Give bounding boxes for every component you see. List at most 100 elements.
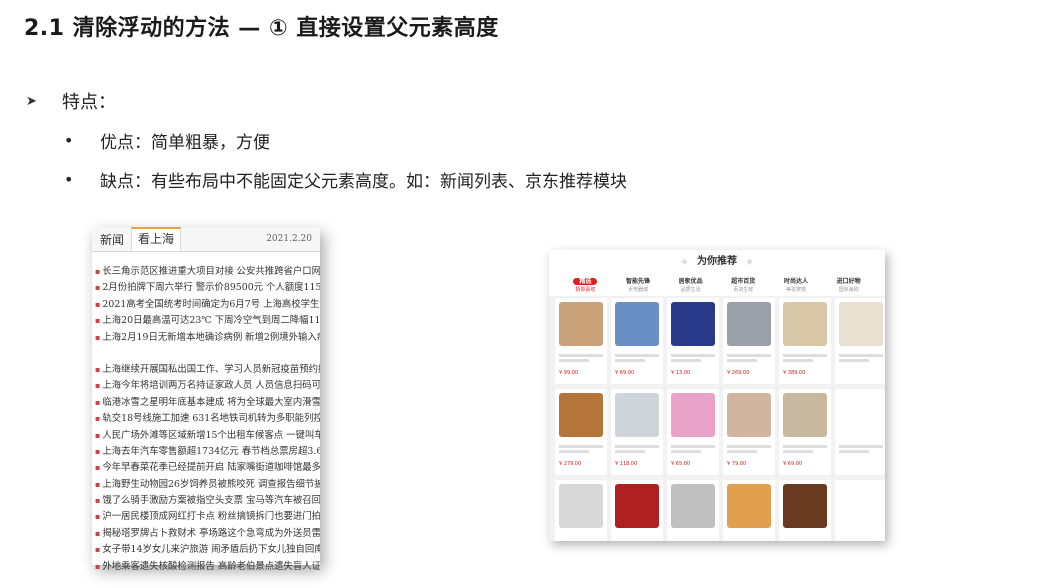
news-list-item[interactable]: ▪ 外地乘客遗失核酸检测报告 高龄老伯景点遗失盲人证 xyxy=(92,559,320,575)
bullet-dot-icon: • xyxy=(64,131,74,150)
product-card[interactable]: ¥ 389.00 xyxy=(779,298,831,384)
product-image xyxy=(783,484,827,528)
news-list-item[interactable]: ▪ 2021高考全国统考时间确定为6月7号 上海高校学生返校 xyxy=(92,297,320,313)
product-card[interactable]: ¥ 79.00 xyxy=(723,389,775,475)
product-card[interactable]: ¥ 118.00 xyxy=(611,389,663,475)
product-grid: ¥ 99.00 ¥ 69.00 ¥ 13.00 ¥ 269.00 ¥ 389.00 ¥ 2… xyxy=(555,298,885,541)
product-price: ¥ 99.00 xyxy=(559,370,579,376)
bullet-icon: ▪ xyxy=(95,332,101,342)
bullet-icon: ▪ xyxy=(95,430,101,440)
product-desc-placeholder xyxy=(839,445,883,455)
bullet-icon: ▪ xyxy=(95,397,101,407)
recommend-tab-label: 时尚达人 xyxy=(783,278,808,285)
news-list-item[interactable]: ▪ 2月份拍牌下周六举行 警示价89500元 个人额度11500辆 xyxy=(92,280,320,296)
arrow-bullet-icon: ➤ xyxy=(26,93,37,109)
product-card[interactable] xyxy=(835,389,885,475)
product-image xyxy=(727,393,771,437)
recommend-tab[interactable]: 精选 猜你喜欢 xyxy=(573,274,598,296)
news-headline: 人民广场外滩等区域新增15个出租车候客点 一键叫车 xyxy=(102,429,320,441)
product-price: ¥ 69.00 xyxy=(615,370,635,376)
recommend-header: ◆ 为你推荐 ◆ xyxy=(549,250,885,274)
bullet-icon: ▪ xyxy=(95,561,101,571)
bullet-icon: ▪ xyxy=(95,283,101,293)
news-list-item[interactable]: ▪ 饿了么骑手激励方案被指空头支票 宝马等汽车被召回 xyxy=(92,493,320,509)
product-card[interactable]: ¥ 269.00 xyxy=(723,298,775,384)
product-card[interactable] xyxy=(835,298,885,384)
product-card[interactable]: 到货提醒 xyxy=(555,480,607,541)
recommend-tab[interactable]: 智能先锋 大电器城 xyxy=(626,274,650,296)
news-list-item[interactable]: ▪ 长三角示范区推进重大项目对接 公安共推跨省户口网迁 xyxy=(92,264,320,280)
recommend-tab-label: 超市百货 xyxy=(731,278,756,285)
pros-line: • 优点：简单粗暴，方便 xyxy=(64,128,270,153)
bullet-icon: ▪ xyxy=(95,299,101,309)
recommend-tab[interactable]: 进口好物 国际海购 xyxy=(837,274,861,296)
news-list-item[interactable]: ▪ 沪一居民楼顶成网红打卡点 粉丝搞镜拆门也要进门拍照 xyxy=(92,509,320,525)
recommend-tab[interactable]: 超市百货 百货生鲜 xyxy=(731,274,755,296)
feature-heading: ➤ 特点： xyxy=(26,88,116,114)
product-price: ¥ 269.00 xyxy=(727,370,750,376)
news-list-item[interactable]: ▪ 今年早春菜花季已经提前开启 陆家嘴街道咖啡馆最多 xyxy=(92,460,320,476)
product-image xyxy=(671,302,715,346)
product-desc-placeholder xyxy=(727,445,771,455)
product-price: ¥ 13.00 xyxy=(671,370,691,376)
product-price: ¥ 65.00 xyxy=(671,461,691,467)
deco-icon: ◆ xyxy=(681,257,688,266)
feature-label: 特点： xyxy=(62,92,116,113)
recommend-tab[interactable]: 居家优品 品质生活 xyxy=(679,274,703,296)
pros-text: 优点：简单粗暴，方便 xyxy=(100,133,270,153)
feature-section: ➤ 特点： xyxy=(26,88,116,114)
news-list-item[interactable]: ▪ 临港冰雪之星明年底基本建成 将为全球最大室内滑雪场 xyxy=(92,395,320,411)
product-card[interactable] xyxy=(723,480,775,541)
bullet-icon: ▪ xyxy=(95,496,101,506)
product-card[interactable]: ¥ 99.00 xyxy=(555,298,607,384)
product-image xyxy=(727,302,771,346)
recommend-title: 为你推荐 xyxy=(697,256,737,267)
news-list-item[interactable]: ▪ 人民广场外滩等区域新增15个出租车候客点 一键叫车 xyxy=(92,428,320,444)
product-card[interactable] xyxy=(611,480,663,541)
product-image xyxy=(839,484,883,528)
product-image xyxy=(783,393,827,437)
product-desc-placeholder xyxy=(671,354,715,364)
news-headline: 外地乘客遗失核酸检测报告 高龄老伯景点遗失盲人证 xyxy=(102,560,320,572)
news-list-item[interactable]: ▪ 上海去年汽车零售额超1734亿元 春节档总票房超3.6亿元 xyxy=(92,444,320,460)
news-list-item[interactable]: ▪ 上海20日最高温可达23℃ 下周冷空气到周二降幅11℃ xyxy=(92,313,320,329)
product-image xyxy=(615,302,659,346)
recommend-tab[interactable]: 时尚达人 美妆穿搭 xyxy=(784,274,808,296)
news-list-item[interactable]: ▪ 上海2月19日无新增本地确诊病例 新增2例境外输入病例 xyxy=(92,330,320,346)
recommend-tabs: 精选 猜你喜欢 智能先锋 大电器城 居家优品 品质生活 超市百货百货生鲜 时尚达人 美妆穿搭 进口… xyxy=(549,274,885,296)
news-headline: 女子带14岁女儿来沪旅游 闹矛盾后扔下女儿独自回南京 xyxy=(102,544,320,556)
product-desc-placeholder xyxy=(615,445,659,455)
slide-title: 2.1 清除浮动的方法 — ① 直接设置父元素高度 xyxy=(24,16,499,41)
bullet-icon: ▪ xyxy=(95,512,101,522)
product-card[interactable]: ¥ 69.00 xyxy=(611,298,663,384)
recommend-tab-label: 进口好物 xyxy=(836,278,861,285)
product-desc-placeholder xyxy=(839,354,883,364)
news-list-item[interactable]: ▪ 女子带14岁女儿来沪旅游 闹矛盾后扔下女儿独自回南京 xyxy=(92,542,320,558)
product-card[interactable] xyxy=(779,480,831,541)
news-list-item[interactable]: ▪ 上海野生动物园26岁饲养员被熊咬死 调查报告细节披露 xyxy=(92,477,320,493)
recommend-tab-label: 居家优品 xyxy=(678,278,703,285)
product-card[interactable]: ¥ 13.00 xyxy=(667,298,719,384)
bullet-icon: ▪ xyxy=(95,528,101,538)
product-card[interactable] xyxy=(667,480,719,541)
product-image xyxy=(615,484,659,528)
recommend-tab-label: 精选 xyxy=(573,278,598,286)
tab-shanghai[interactable]: 看上海 xyxy=(131,227,182,251)
product-card[interactable]: ¥ 279.00 xyxy=(555,389,607,475)
bullet-icon: ▪ xyxy=(95,381,101,391)
news-date: 2021.2.20 xyxy=(266,234,312,244)
news-list-item[interactable]: ▪ 上海继续开展国私出国工作、学习人员新冠疫苗预约接种 xyxy=(92,362,320,378)
product-desc-placeholder xyxy=(727,354,771,364)
tab-news[interactable]: 新闻 xyxy=(100,231,124,248)
product-desc-placeholder xyxy=(783,354,827,364)
product-card[interactable]: ¥ 69.00 xyxy=(779,389,831,475)
news-headline: 长三角示范区推进重大项目对接 公安共推跨省户口网迁 xyxy=(102,266,320,277)
product-card[interactable]: ¥ 65.00 xyxy=(667,389,719,475)
news-list-item[interactable]: ▪ 上海今年将培训两万名持证家政人员 人员信息扫码可查 xyxy=(92,378,320,394)
news-headline: 揭秘塔罗牌占卜救财术 亭场路这个急弯成为外送员雷区 xyxy=(102,527,320,539)
news-list-item[interactable]: ▪ 轨交18号线施工加速 631名地铁司机转为多职能列控员 xyxy=(92,411,320,427)
product-card[interactable] xyxy=(835,480,885,541)
recommend-tab-sub: 百货生鲜 xyxy=(733,287,754,293)
bullet-icon: ▪ xyxy=(95,316,101,326)
news-list-item[interactable]: ▪ 揭秘塔罗牌占卜救财术 亭场路这个急弯成为外送员雷区 xyxy=(92,526,320,542)
